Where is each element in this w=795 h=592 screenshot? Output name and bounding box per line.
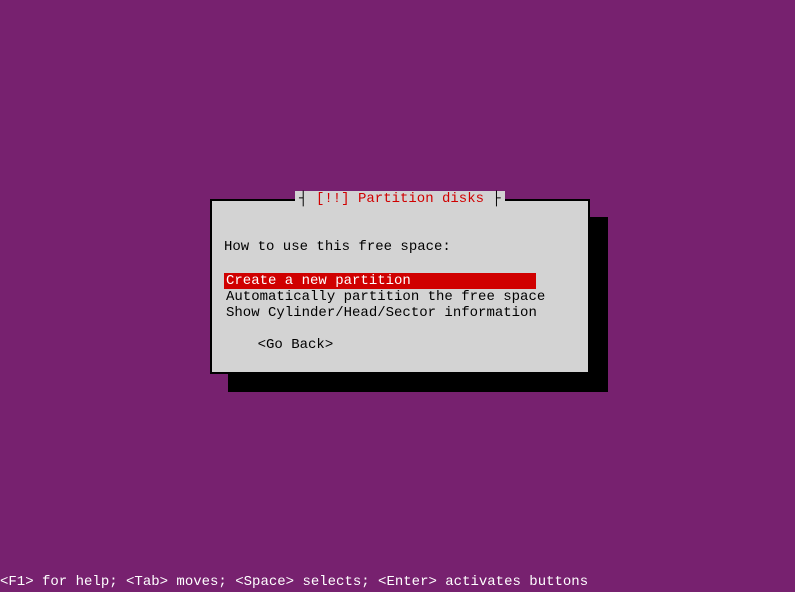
option-create-new-partition[interactable]: Create a new partition <box>224 273 536 289</box>
dialog-title: ┤ [!!] Partition disks ├ <box>212 191 588 207</box>
status-bar: <F1> for help; <Tab> moves; <Space> sele… <box>0 572 795 592</box>
partition-dialog: ┤ [!!] Partition disks ├ How to use this… <box>210 199 590 374</box>
title-text: Partition disks <box>358 191 484 207</box>
title-bracket-close: ├ <box>484 191 501 207</box>
go-back-button[interactable]: <Go Back> <box>224 337 333 353</box>
title-bracket-open: ┤ <box>299 191 316 207</box>
options-list: Create a new partition Automatically par… <box>224 273 547 321</box>
option-show-chs-info[interactable]: Show Cylinder/Head/Sector information <box>224 305 547 321</box>
title-marker: [!!] <box>316 191 350 207</box>
option-auto-partition[interactable]: Automatically partition the free space <box>224 289 547 305</box>
dialog-prompt: How to use this free space: <box>224 239 451 255</box>
